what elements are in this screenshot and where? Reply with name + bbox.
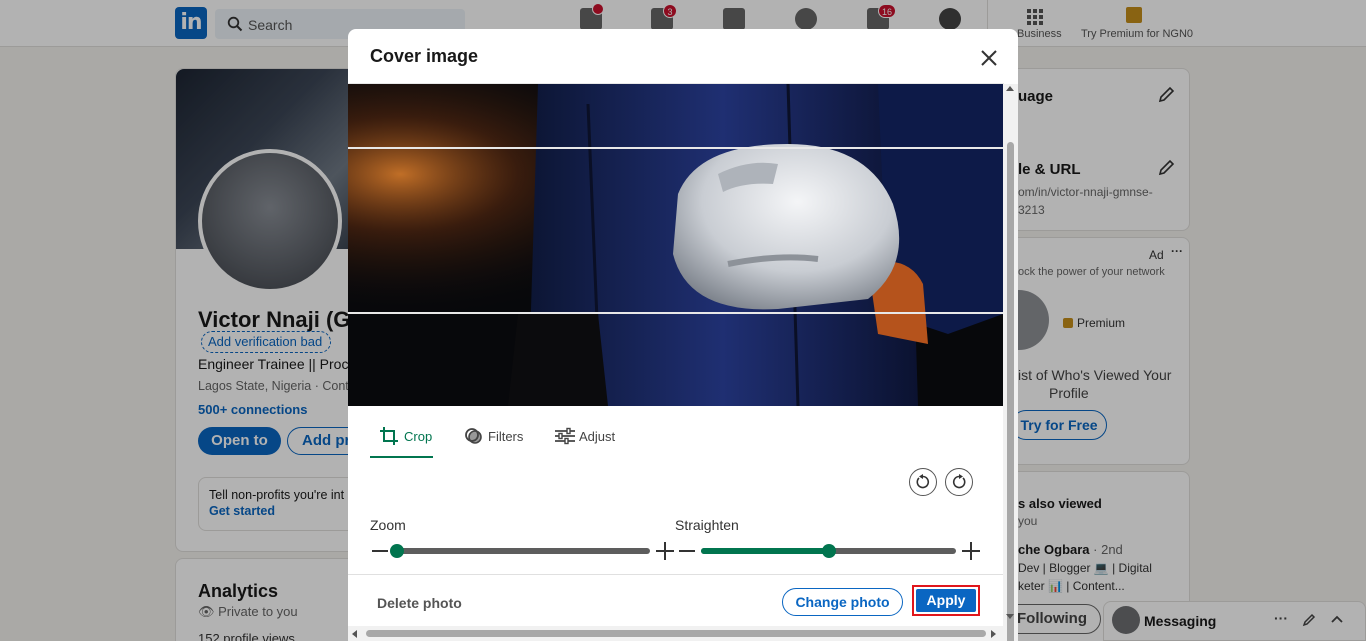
active-tab-indicator: [370, 456, 433, 458]
modal-horizontal-scrollbar[interactable]: [348, 626, 1003, 641]
adjust-icon: [555, 427, 575, 445]
straighten-slider-handle[interactable]: [821, 544, 836, 558]
tab-crop[interactable]: Crop: [380, 427, 440, 459]
change-photo-button[interactable]: Change photo: [782, 588, 903, 616]
horizontal-scroll-thumb[interactable]: [366, 630, 986, 637]
modal-vertical-scrollbar[interactable]: [1003, 84, 1018, 641]
rotate-right-button[interactable]: [945, 468, 973, 496]
delete-photo-button[interactable]: Delete photo: [370, 592, 469, 614]
cover-image-canvas[interactable]: [348, 84, 1003, 406]
scroll-down-arrow-icon[interactable]: [1006, 614, 1014, 619]
straighten-slider-fill: [701, 548, 829, 554]
scroll-up-arrow-icon[interactable]: [1006, 86, 1014, 91]
rotate-right-icon: [952, 474, 966, 489]
modal-footer-divider: [348, 574, 1004, 575]
tab-filters[interactable]: Filters: [464, 427, 536, 459]
filters-icon: [465, 428, 482, 444]
scroll-right-arrow-icon[interactable]: [991, 630, 996, 638]
zoom-plus-icon[interactable]: [656, 542, 674, 560]
straighten-label: Straighten: [675, 517, 739, 533]
zoom-minus-icon[interactable]: [372, 550, 388, 552]
rotate-left-icon: [916, 474, 930, 489]
cover-image-modal: Cover image Crop Filters Adjust Zoom Str…: [348, 29, 1018, 641]
tab-adjust-label: Adjust: [579, 429, 616, 444]
tab-adjust[interactable]: Adjust: [555, 427, 627, 459]
zoom-slider-track[interactable]: [397, 548, 650, 554]
apply-button-highlight: Apply: [912, 585, 980, 616]
zoom-label: Zoom: [370, 517, 406, 533]
tab-filters-label: Filters: [488, 429, 524, 444]
zoom-slider-handle[interactable]: [390, 544, 404, 558]
apply-button[interactable]: Apply: [916, 589, 976, 612]
straighten-minus-icon[interactable]: [679, 550, 695, 552]
tab-crop-label: Crop: [404, 429, 433, 444]
crop-icon: [380, 427, 398, 445]
scroll-left-arrow-icon[interactable]: [352, 630, 357, 638]
cover-photo-illustration: [348, 84, 1003, 406]
close-icon[interactable]: [978, 47, 1000, 69]
modal-title: Cover image: [370, 46, 479, 66]
rotate-left-button[interactable]: [909, 468, 937, 496]
vertical-scroll-thumb[interactable]: [1007, 142, 1014, 641]
straighten-plus-icon[interactable]: [962, 542, 980, 560]
